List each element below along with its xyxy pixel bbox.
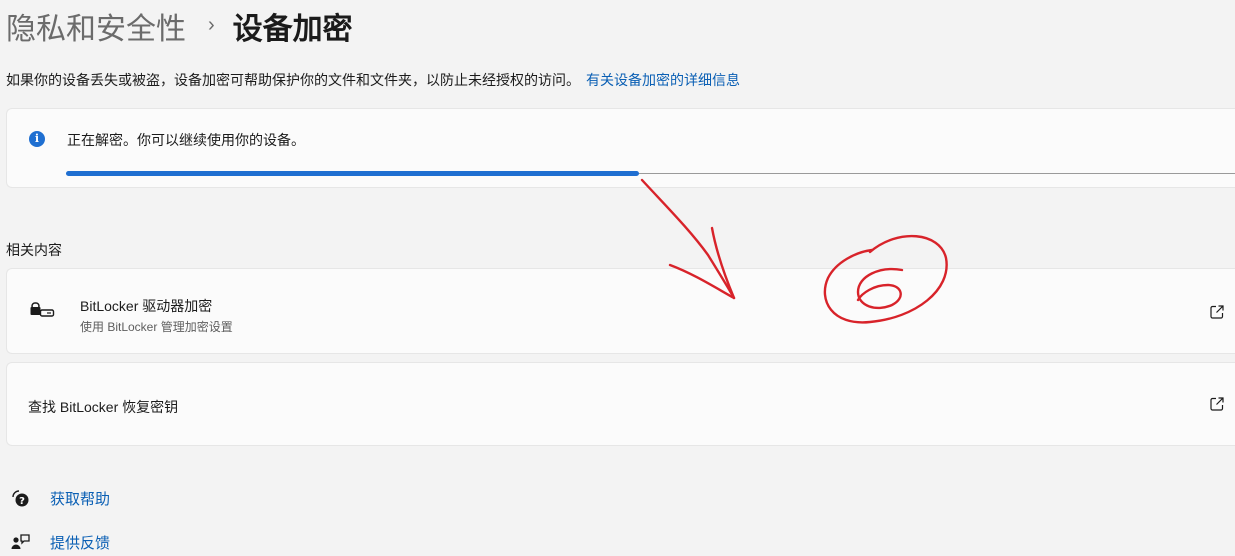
page-title: 设备加密 bbox=[232, 13, 353, 46]
recovery-key-title: 查找 BitLocker 恢复密钥 bbox=[28, 399, 179, 415]
learn-more-link[interactable]: 有关设备加密的详细信息 bbox=[586, 72, 740, 88]
breadcrumb-chevron-icon: › bbox=[208, 13, 215, 36]
get-help-icon: ? bbox=[12, 489, 29, 507]
drive-lock-icon bbox=[30, 302, 55, 317]
description-text: 如果你的设备丢失或被盗，设备加密可帮助保护你的文件和文件夹，以防止未经授权的访问… bbox=[6, 72, 580, 88]
feedback-icon bbox=[11, 533, 30, 549]
bitlocker-subtitle: 使用 BitLocker 管理加密设置 bbox=[80, 320, 233, 334]
open-external-icon bbox=[1210, 397, 1224, 411]
bitlocker-title: BitLocker 驱动器加密 bbox=[80, 298, 213, 314]
bitlocker-drive-encryption-row[interactable]: BitLocker 驱动器加密 使用 BitLocker 管理加密设置 bbox=[6, 268, 1235, 354]
svg-text:?: ? bbox=[19, 496, 25, 507]
encryption-status-card: i 正在解密。你可以继续使用你的设备。 bbox=[6, 108, 1235, 188]
get-help-label: 获取帮助 bbox=[50, 491, 111, 508]
feedback-label: 提供反馈 bbox=[50, 535, 111, 552]
status-message: 正在解密。你可以继续使用你的设备。 bbox=[67, 132, 305, 148]
get-help-link[interactable]: ? 获取帮助 bbox=[10, 488, 110, 509]
info-icon: i bbox=[29, 131, 45, 147]
page-description: 如果你的设备丢失或被盗，设备加密可帮助保护你的文件和文件夹，以防止未经授权的访问… bbox=[6, 70, 740, 90]
give-feedback-link[interactable]: 提供反馈 bbox=[10, 532, 110, 553]
breadcrumb: 隐私和安全性 › 设备加密 bbox=[6, 4, 353, 48]
progress-bar bbox=[66, 171, 639, 176]
related-content-heading: 相关内容 bbox=[6, 242, 62, 258]
open-external-icon bbox=[1210, 305, 1224, 319]
breadcrumb-parent[interactable]: 隐私和安全性 bbox=[6, 4, 186, 48]
find-recovery-key-row[interactable]: 查找 BitLocker 恢复密钥 bbox=[6, 362, 1235, 446]
